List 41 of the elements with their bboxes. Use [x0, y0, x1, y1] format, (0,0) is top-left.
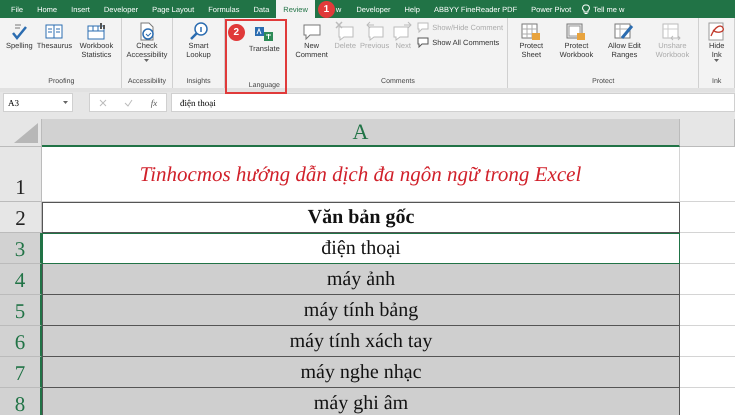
cancel-icon: [98, 98, 107, 106]
comment-icon: [417, 22, 430, 33]
select-all-icon: [14, 123, 38, 143]
shared-sheet-icon: [662, 21, 682, 41]
step-badge: 1: [318, 0, 335, 18]
ink-icon: [706, 21, 727, 41]
statistics-icon: [86, 21, 106, 41]
table-cell: Tinhocmos hướng dẫn dịch đa ngôn ngữ trong Excel: [42, 147, 680, 202]
table-cell: máy tính bảng: [42, 295, 680, 326]
table-cell: điện thoại: [42, 233, 680, 264]
row-header[interactable]: 1: [0, 147, 42, 202]
lookup-icon: [188, 21, 209, 41]
translate-icon: [254, 24, 274, 44]
caret-icon: [63, 101, 68, 104]
row-header[interactable]: 2: [0, 202, 42, 233]
table-cell: Văn bản gốc: [42, 202, 680, 233]
name-box[interactable]: A3: [3, 93, 73, 112]
table-cell: máy ghi âm: [42, 388, 680, 415]
check-icon: [124, 98, 134, 106]
pencil-sheet-icon: [614, 21, 634, 41]
locked-workbook-icon: [566, 21, 586, 41]
comment-icon: [417, 37, 430, 48]
row-header[interactable]: 8: [0, 388, 42, 415]
row-header[interactable]: 7: [0, 357, 42, 388]
table-cell: máy tính xách tay: [42, 326, 680, 357]
table-cell: máy nghe nhạc: [42, 357, 680, 388]
locked-sheet-icon: [521, 21, 542, 41]
row-header[interactable]: 6: [0, 326, 42, 357]
previous-comment-icon: [364, 21, 385, 41]
row-header[interactable]: 4: [0, 264, 42, 295]
column-header[interactable]: A: [42, 119, 680, 147]
step-badge: 2: [228, 24, 245, 41]
table-cell: máy ảnh: [42, 264, 680, 295]
row-header[interactable]: 5: [0, 295, 42, 326]
lightbulb-icon: [582, 4, 590, 14]
formula-field[interactable]: điện thoại: [171, 93, 735, 112]
next-comment-icon: [393, 21, 414, 41]
insert-function-button[interactable]: fx: [150, 98, 158, 108]
row-header[interactable]: 3: [0, 233, 42, 264]
delete-comment-icon: [335, 21, 356, 41]
column-header[interactable]: [680, 119, 735, 147]
